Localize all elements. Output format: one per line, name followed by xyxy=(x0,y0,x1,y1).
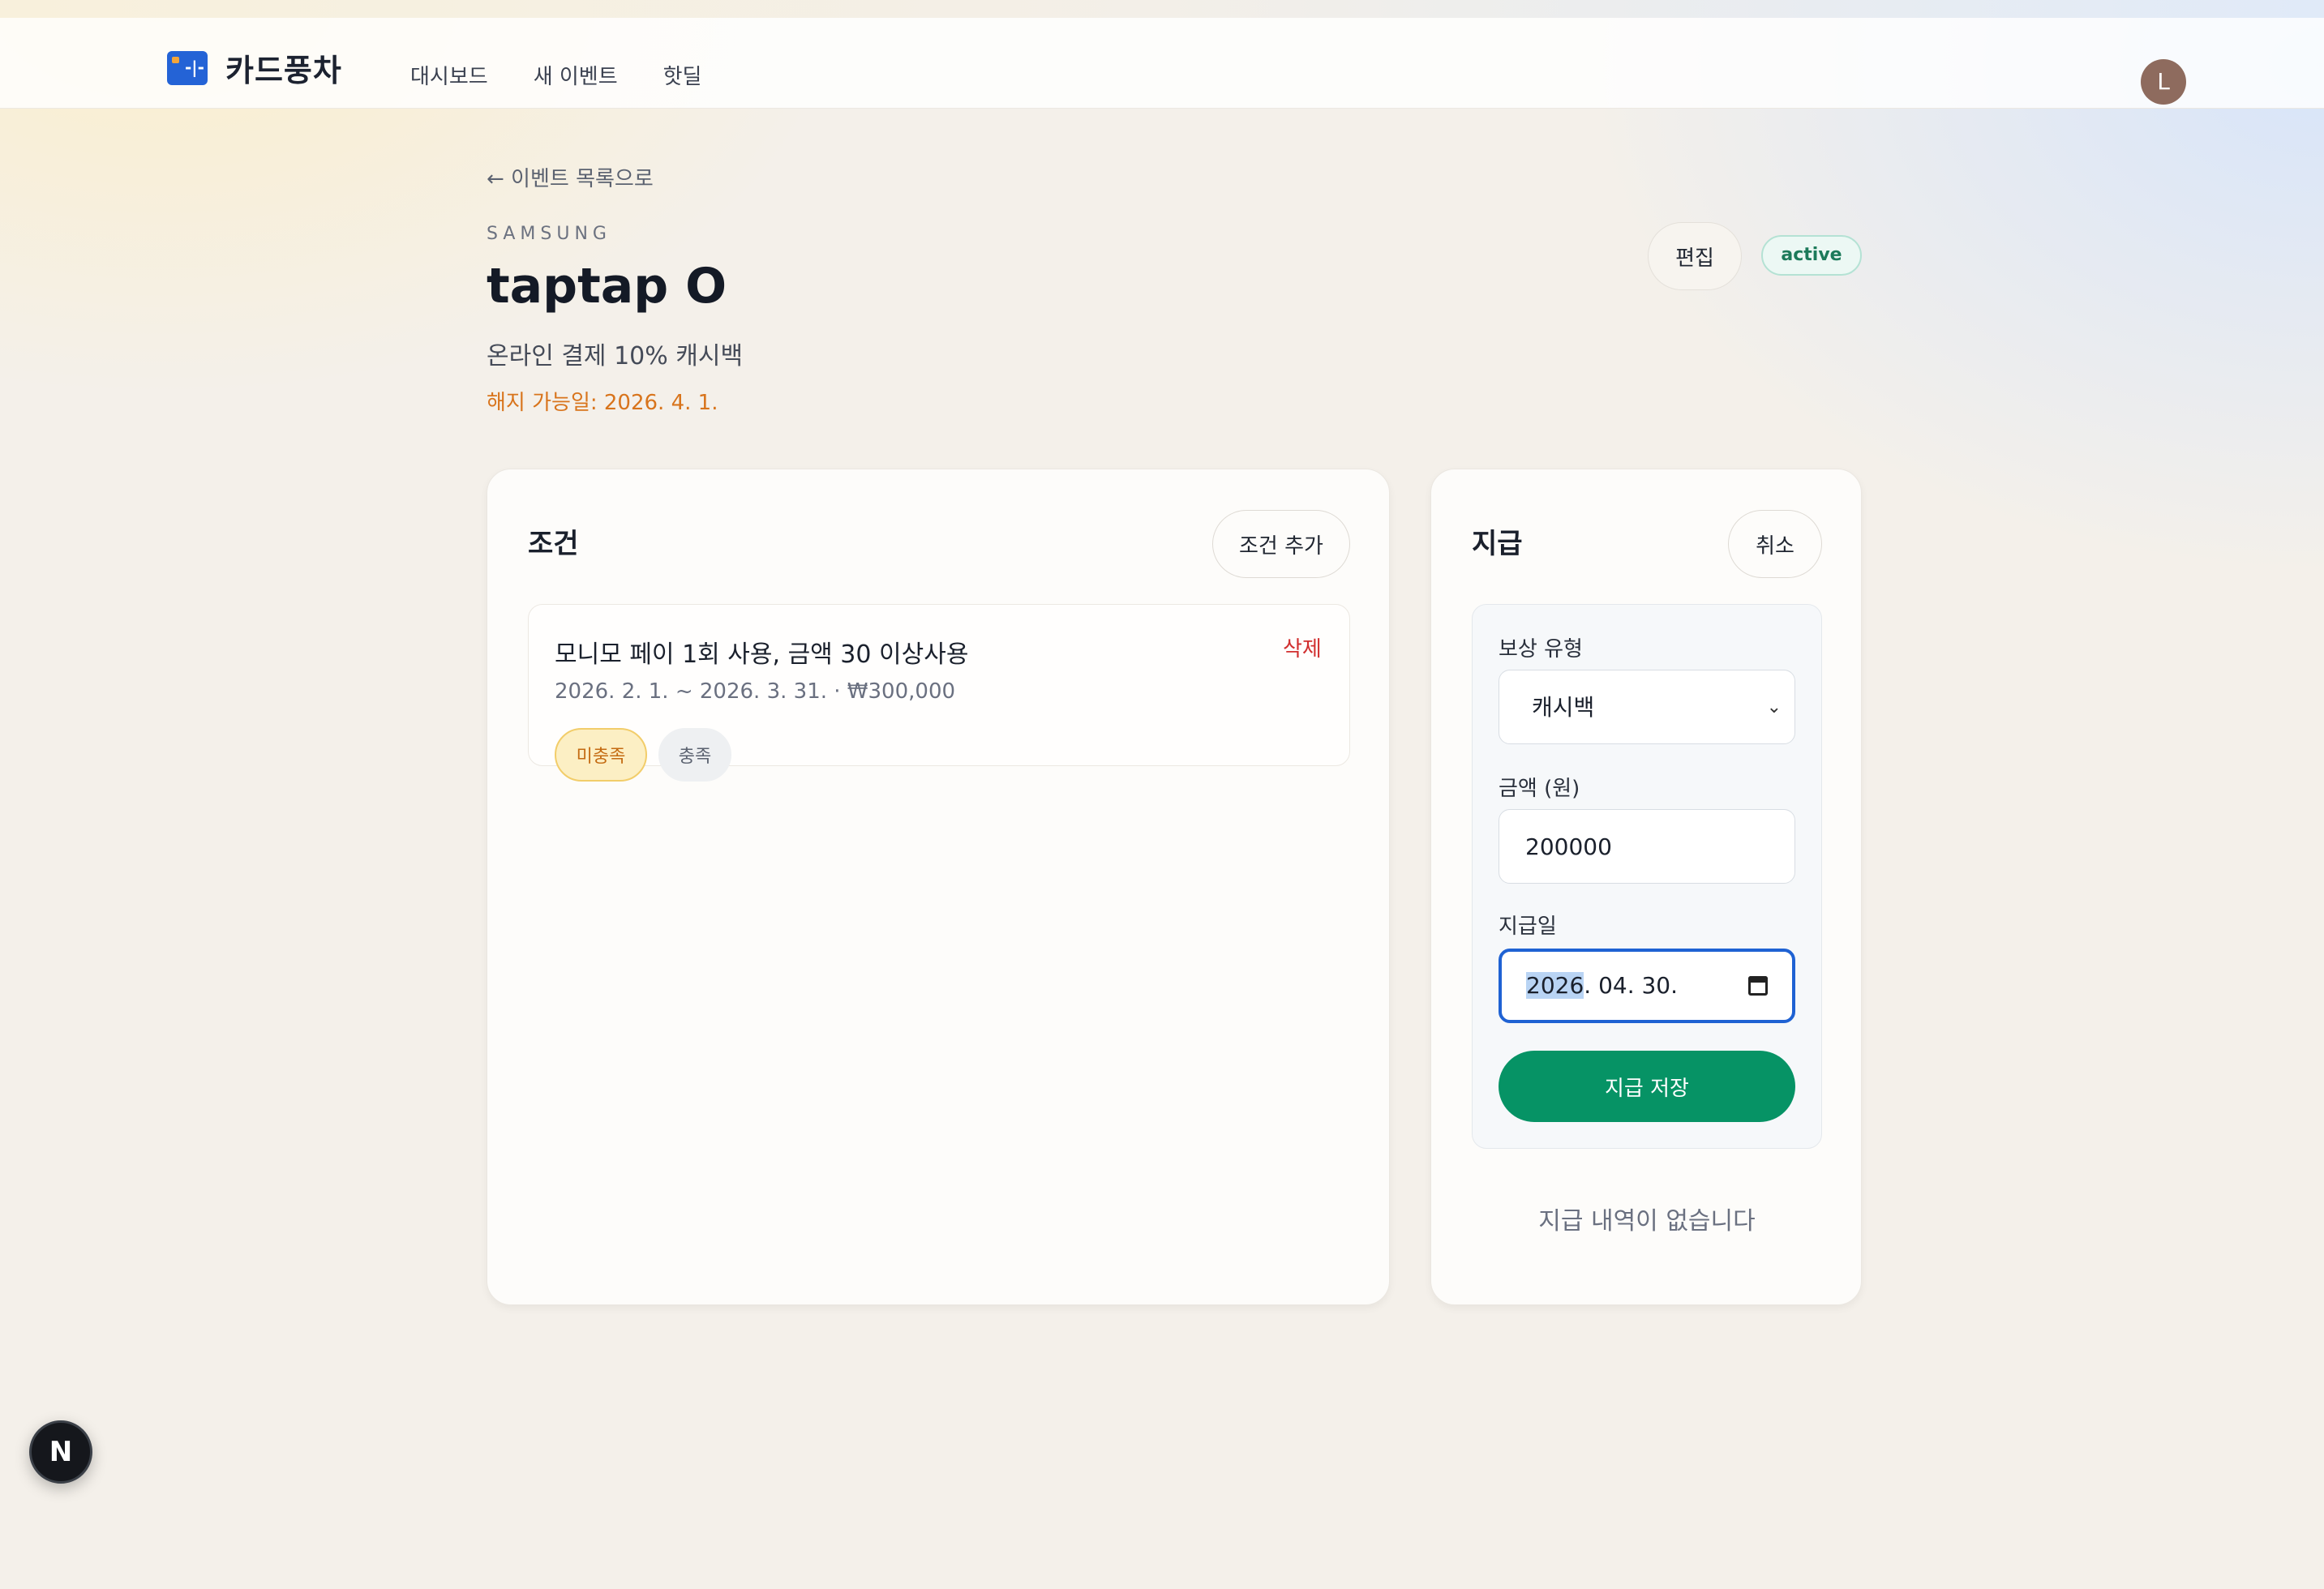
status-chip-unmet[interactable]: 미충족 xyxy=(555,728,647,782)
nav-item-dashboard[interactable]: 대시보드 xyxy=(410,65,488,89)
save-payment-button[interactable]: 지급 저장 xyxy=(1499,1051,1795,1122)
calendar-icon[interactable] xyxy=(1748,976,1768,996)
reward-type-value: 캐시백 xyxy=(1532,694,1595,721)
condition-period-amount: 2026. 2. 1. ~ 2026. 3. 31. · ₩300,000 xyxy=(555,679,956,704)
back-to-events-link[interactable]: ← 이벤트 목록으로 xyxy=(487,162,654,192)
nav-item-hot-deals[interactable]: 핫딜 xyxy=(663,65,702,89)
nav-item-new-event[interactable]: 새 이벤트 xyxy=(534,65,618,89)
status-badge: active xyxy=(1761,235,1862,276)
chevron-down-icon: ⌄ xyxy=(1766,697,1782,717)
add-condition-button[interactable]: 조건 추가 xyxy=(1212,510,1350,578)
top-gradient-strip xyxy=(0,0,2324,18)
condition-name: 모니모 페이 1회 사용, 금액 30 이상사용 xyxy=(555,640,969,669)
brand-logo[interactable]: -|- 카드풍차 xyxy=(167,45,342,90)
reward-type-select[interactable]: 캐시백 ⌄ xyxy=(1499,670,1795,744)
conditions-title: 조건 xyxy=(528,528,579,560)
amount-label: 금액 (원) xyxy=(1499,777,1580,801)
condition-item: 모니모 페이 1회 사용, 금액 30 이상사용 삭제 2026. 2. 1. … xyxy=(528,604,1350,782)
cancel-payment-button[interactable]: 취소 xyxy=(1728,510,1822,578)
empty-payment-history: 지급 내역이 없습니다 xyxy=(1538,1207,1756,1236)
payment-form: 보상 유형 캐시백 ⌄ 금액 (원) 200000 지급일 2026. 04. … xyxy=(1472,604,1822,1149)
user-avatar[interactable]: L xyxy=(2141,59,2186,105)
status-chip-met[interactable]: 충족 xyxy=(658,728,731,782)
event-description: 온라인 결제 10% 캐시백 xyxy=(487,342,744,370)
date-rest-segment[interactable]: . 04. 30. xyxy=(1584,972,1678,999)
payment-title: 지급 xyxy=(1472,528,1523,560)
amount-value: 200000 xyxy=(1525,833,1612,860)
reward-type-label: 보상 유형 xyxy=(1499,637,1583,662)
conditions-card: 조건 조건 추가 모니모 페이 1회 사용, 금액 30 이상사용 삭제 202… xyxy=(487,469,1390,1305)
payment-date-label: 지급일 xyxy=(1499,914,1557,939)
edit-button[interactable]: 편집 xyxy=(1648,222,1742,290)
nextjs-dev-badge[interactable]: N xyxy=(29,1420,92,1484)
cancel-available-date: 해지 가능일: 2026. 4. 1. xyxy=(487,391,718,415)
payment-card: 지급 취소 보상 유형 캐시백 ⌄ 금액 (원) 200000 지급일 2026… xyxy=(1430,469,1862,1305)
credit-card-icon: -|- xyxy=(167,50,208,85)
main-nav: 대시보드 새 이벤트 핫딜 xyxy=(410,65,747,89)
card-chip xyxy=(172,56,179,63)
tap-symbol: -|- xyxy=(185,57,204,77)
event-title: taptap O xyxy=(487,258,727,315)
amount-input[interactable]: 200000 xyxy=(1499,809,1795,884)
brand-name: 카드풍차 xyxy=(225,53,342,88)
card-issuer-label: SAMSUNG xyxy=(487,224,611,244)
payment-date-input[interactable]: 2026. 04. 30. xyxy=(1499,949,1795,1023)
top-navbar: -|- 카드풍차 대시보드 새 이벤트 핫딜 L xyxy=(0,18,2324,109)
delete-condition-button[interactable]: 삭제 xyxy=(1283,632,1322,662)
date-year-segment[interactable]: 2026 xyxy=(1526,972,1584,999)
